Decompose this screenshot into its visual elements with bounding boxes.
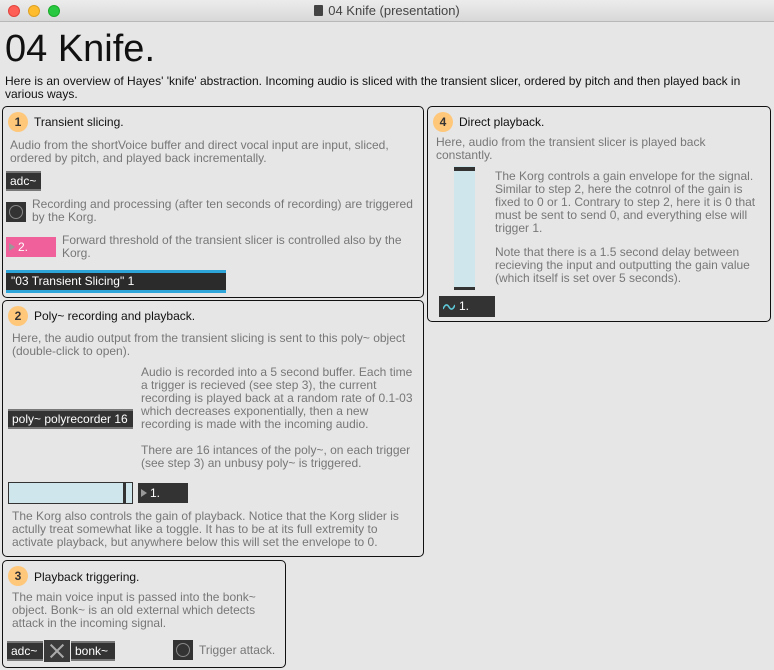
trigger-attack-button[interactable] bbox=[173, 640, 193, 660]
adc-label: adc~ bbox=[11, 644, 38, 658]
signal-wave-icon bbox=[443, 304, 455, 310]
signal-number-box[interactable]: 1. bbox=[439, 296, 495, 317]
bonk-object[interactable]: bonk~ bbox=[71, 641, 115, 661]
section-title: Playback triggering. bbox=[34, 570, 140, 584]
section-title: Poly~ recording and playback. bbox=[34, 309, 196, 323]
section-direct-playback: 4 Direct playback. Here, audio from the … bbox=[427, 106, 771, 322]
section-description: The main voice input is passed into the … bbox=[12, 590, 256, 630]
section-number-badge: 1 bbox=[8, 112, 28, 132]
section-poly-recording: 2 Poly~ recording and playback. Here, th… bbox=[2, 300, 424, 557]
gain-vertical-slider[interactable] bbox=[454, 166, 475, 290]
record-toggle[interactable] bbox=[6, 202, 26, 222]
window-title-text: 04 Knife (presentation) bbox=[328, 3, 460, 18]
slider-base bbox=[454, 287, 475, 290]
intro-text: Here is an overview of Hayes' 'knife' ab… bbox=[5, 74, 741, 101]
section-description: Audio from the shortVoice buffer and dir… bbox=[10, 138, 389, 165]
inlet-arrow-icon bbox=[9, 243, 15, 251]
trigger-label: Trigger attack. bbox=[199, 643, 276, 657]
section-playback-triggering: 3 Playback triggering. The main voice in… bbox=[2, 560, 286, 668]
poly-object[interactable]: poly~ polyrecorder 16 bbox=[8, 409, 133, 429]
bang-x-icon[interactable] bbox=[44, 640, 70, 662]
bonk-label: bonk~ bbox=[75, 644, 109, 658]
threshold-description: Forward threshold of the transient slice… bbox=[62, 233, 402, 260]
adc-label: adc~ bbox=[10, 174, 37, 188]
gain-slider[interactable] bbox=[8, 482, 133, 504]
section-transient-slicing: 1 Transient slicing. Audio from the shor… bbox=[2, 106, 424, 298]
document-icon bbox=[314, 5, 324, 16]
section-description: Here, audio from the transient slicer is… bbox=[436, 135, 706, 162]
instances-description: There are 16 intances of the poly~, on e… bbox=[141, 443, 411, 470]
section-number-badge: 3 bbox=[8, 566, 28, 586]
section-number-badge: 2 bbox=[8, 306, 28, 326]
signal-value: 1. bbox=[459, 299, 470, 313]
poly-label: poly~ polyrecorder 16 bbox=[12, 412, 128, 426]
section-number-badge: 4 bbox=[433, 112, 453, 132]
title-bar: 04 Knife (presentation) bbox=[0, 0, 774, 22]
gain-description: The Korg also controls the gain of playb… bbox=[12, 509, 399, 549]
buffer-description: Audio is recorded into a 5 second buffer… bbox=[141, 365, 413, 431]
section-title: Transient slicing. bbox=[34, 115, 124, 129]
inlet-arrow-icon bbox=[141, 489, 147, 497]
page-title: 04 Knife. bbox=[5, 28, 155, 70]
threshold-number-box[interactable]: 2. bbox=[6, 237, 56, 257]
adc-object[interactable]: adc~ bbox=[6, 171, 41, 191]
toggle-icon bbox=[9, 205, 23, 219]
gain-number-box[interactable]: 1. bbox=[138, 483, 188, 503]
slider-knob bbox=[123, 483, 126, 503]
transient-slicing-message[interactable]: "03 Transient Slicing" 1 bbox=[6, 270, 226, 293]
section-title: Direct playback. bbox=[459, 115, 545, 129]
gain-description: The Korg controls a gain envelope for th… bbox=[495, 169, 756, 235]
adc-object[interactable]: adc~ bbox=[7, 641, 43, 661]
record-description: Recording and processing (after ten seco… bbox=[32, 197, 413, 224]
threshold-value: 2. bbox=[18, 240, 29, 254]
delay-description: Note that there is a 1.5 second delay be… bbox=[495, 245, 750, 285]
toggle-icon bbox=[176, 643, 190, 657]
slider-knob bbox=[454, 167, 475, 171]
section-description: Here, the audio output from the transien… bbox=[12, 331, 406, 358]
gain-value: 1. bbox=[150, 486, 161, 500]
window-title: 04 Knife (presentation) bbox=[0, 3, 774, 18]
